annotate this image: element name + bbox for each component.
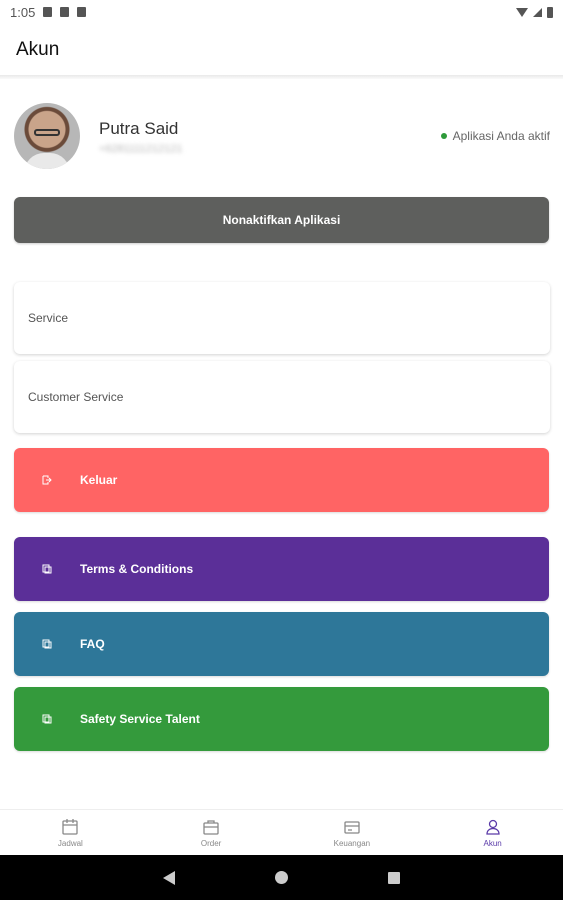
back-icon[interactable] [163,870,175,885]
nav-akun-label: Akun [483,838,502,848]
safety-service-talent-button[interactable]: Safety Service Talent [14,687,549,751]
nav-akun[interactable]: Akun [422,810,563,855]
app-bar-divider [0,75,563,79]
app-notification-icon [60,7,70,17]
deactivate-app-button[interactable]: Nonaktifkan Aplikasi [14,197,549,243]
system-navigation-bar [0,855,563,900]
app-status: Aplikasi Anda aktif [440,129,550,143]
customer-service-label: Customer Service [28,390,124,404]
logout-button[interactable]: Keluar [14,448,549,512]
safety-service-talent-label: Safety Service Talent [80,712,200,726]
notification-icon [43,7,53,17]
customer-service-card[interactable]: Customer Service [14,361,550,433]
person-icon [485,819,500,835]
logout-icon [42,475,52,485]
calendar-icon [62,818,79,835]
avatar[interactable] [14,103,80,169]
page-title: Akun [16,39,60,60]
nav-keuangan-label: Keuangan [333,838,371,848]
avatar-glasses [34,129,60,136]
battery-icon [547,6,553,18]
service-label: Service [28,311,69,325]
faq-label: FAQ [80,637,105,651]
profile-name: Putra Said [99,119,179,138]
status-text: Aplikasi Anda aktif [452,129,550,143]
logout-label: Keluar [80,473,118,487]
signal-icon [533,7,542,17]
app-bar: Akun [0,24,563,76]
status-time: 1:05 [10,4,36,20]
wallet-icon [344,820,360,834]
home-icon[interactable] [275,871,288,884]
terms-conditions-label: Terms & Conditions [80,562,194,576]
document-icon [42,714,52,724]
briefcase-icon [203,819,219,835]
nav-order-label: Order [200,838,222,848]
nav-jadwal[interactable]: Jadwal [0,810,141,855]
sd-card-icon [77,7,87,17]
nav-keuangan[interactable]: Keuangan [282,810,423,855]
document-icon [42,564,52,574]
bottom-navigation: Jadwal Order Keuangan Akun [0,809,563,855]
faq-button[interactable]: FAQ [14,612,549,676]
recent-apps-icon[interactable] [388,871,400,884]
wifi-icon [516,7,528,17]
nav-order[interactable]: Order [141,810,282,855]
document-icon [42,639,52,649]
status-dot-icon [440,133,447,139]
avatar-shirt [24,153,70,169]
nav-jadwal-label: Jadwal [57,838,83,848]
terms-conditions-button[interactable]: Terms & Conditions [14,537,549,601]
status-bar: 1:05 [0,0,563,24]
profile-header: Putra Said +6281111212121 Aplikasi Anda … [14,103,550,171]
profile-phone: +6281111212121 [99,143,183,155]
service-card[interactable]: Service [14,282,550,354]
